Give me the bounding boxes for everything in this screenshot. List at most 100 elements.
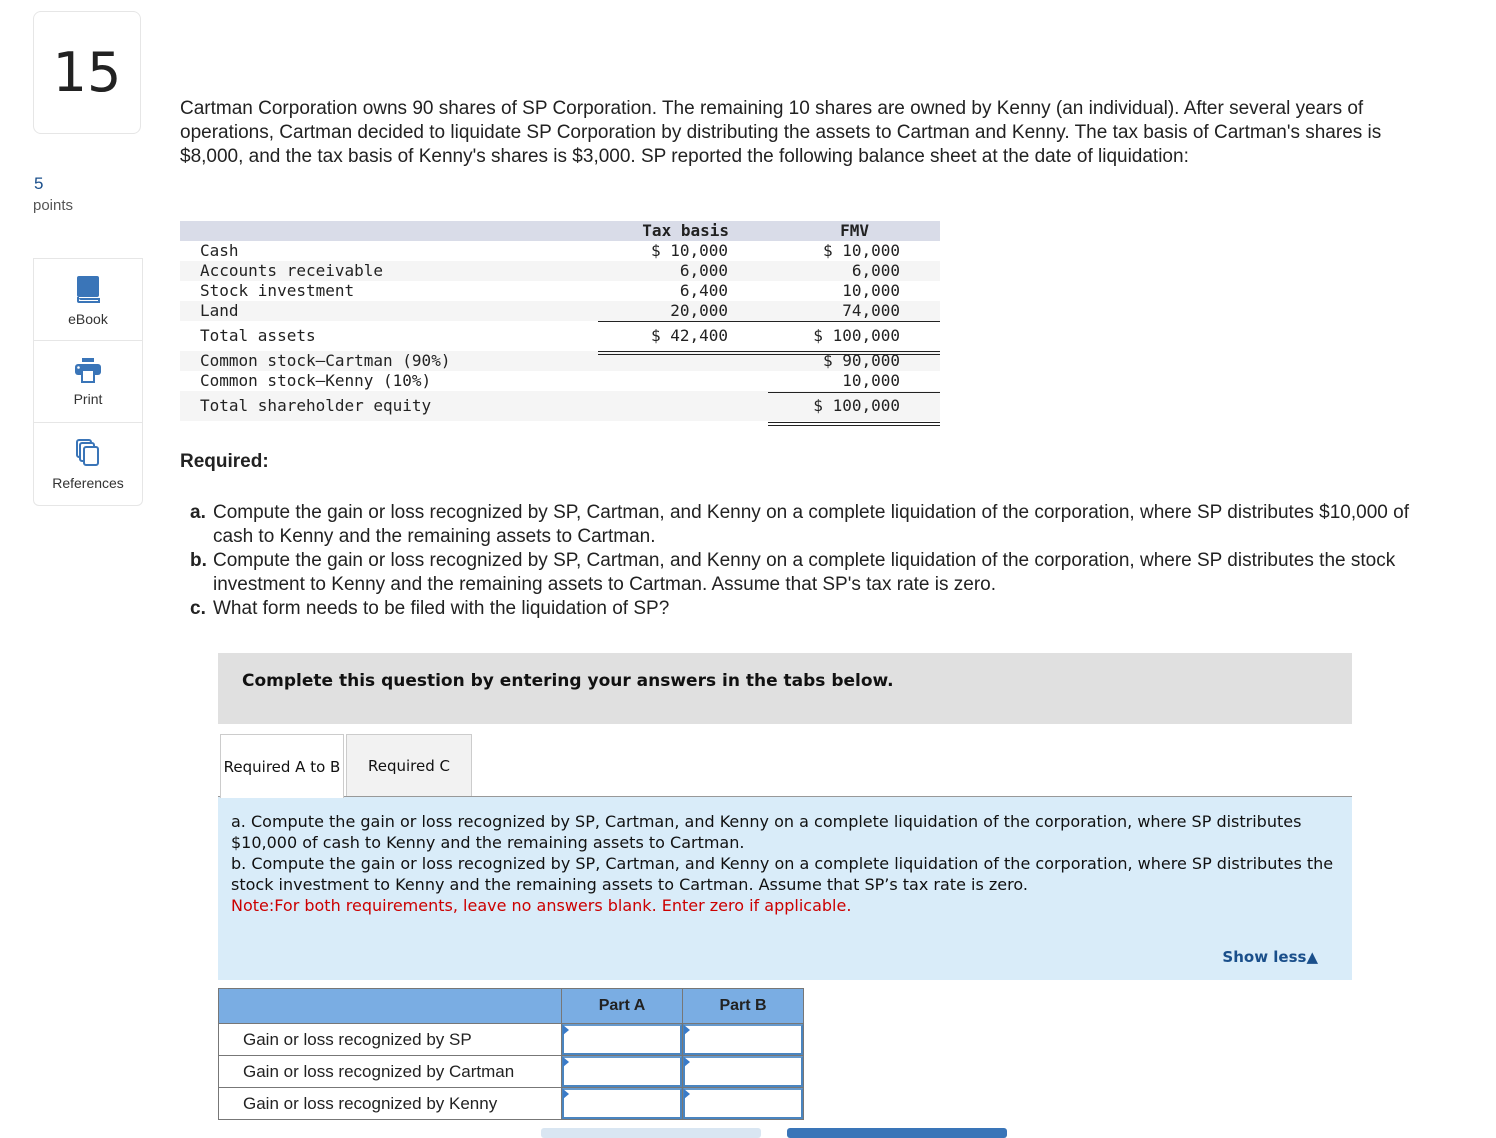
ebook-label: eBook [68, 311, 108, 327]
tax-basis-value: $ 42,400 [650, 326, 728, 345]
tax-basis-value: 20,000 [670, 301, 728, 320]
tax-basis-value: 6,000 [679, 261, 728, 280]
print-label: Print [73, 391, 103, 407]
required-heading: Required: [180, 451, 269, 472]
print-button[interactable]: Print [34, 341, 142, 423]
row-label: Gain or loss recognized by SP [218, 1023, 562, 1056]
part-a-header: Part A [561, 988, 683, 1024]
cartman-part-a-input[interactable] [562, 1056, 682, 1087]
references-label: References [52, 475, 124, 491]
printer-icon [74, 357, 102, 383]
input-flag-icon [684, 1057, 690, 1067]
fmv-value: 6,000 [851, 261, 900, 280]
row-label: Accounts receivable [200, 261, 384, 280]
part-b-header: Part B [682, 988, 804, 1024]
item-text: What form needs to be filed with the liq… [213, 598, 670, 619]
fmv-value: $ 100,000 [813, 396, 900, 415]
panel-text-a: a. Compute the gain or loss recognized b… [231, 812, 1302, 852]
kenny-part-a-input[interactable] [562, 1088, 682, 1119]
subtotal-rule [768, 392, 940, 393]
row-label: Total assets [200, 326, 316, 345]
blank-header [218, 988, 562, 1024]
tab-instructions-panel: a. Compute the gain or loss recognized b… [218, 796, 1352, 980]
required-item-b: b. Compute the gain or loss recognized b… [190, 549, 1440, 597]
tools-panel: eBook Print References [33, 258, 143, 506]
row-label: Cash [200, 241, 239, 260]
tax-basis-header: Tax basis [642, 221, 729, 240]
row-label: Stock investment [200, 281, 355, 300]
tax-basis-value: $ 10,000 [650, 241, 728, 260]
row-label: Common stock—Kenny (10%) [200, 371, 432, 390]
ebook-button[interactable]: eBook [34, 259, 142, 341]
subtotal-rule [598, 321, 940, 322]
fmv-value: 10,000 [842, 281, 900, 300]
total-double-rule [598, 351, 940, 355]
points-value: 5 [34, 174, 44, 193]
row-label: Land [200, 301, 239, 320]
row-label: Common stock—Cartman (90%) [200, 351, 451, 370]
input-flag-icon [563, 1089, 569, 1099]
fmv-header: FMV [840, 221, 869, 240]
table-row: Gain or loss recognized by Kenny [218, 1087, 804, 1120]
input-flag-icon [684, 1089, 690, 1099]
panel-text-b: b. Compute the gain or loss recognized b… [231, 854, 1334, 894]
asset-row: Stock investment 6,400 10,000 [180, 281, 940, 301]
table-row: Gain or loss recognized by Cartman [218, 1055, 804, 1088]
part-b-cell [682, 1023, 804, 1056]
panel-note: Note:For both requirements, leave no ans… [231, 896, 852, 915]
question-number: 15 [33, 11, 141, 134]
part-a-cell [561, 1055, 683, 1088]
answer-tabs: Required A to B Required C [220, 734, 472, 798]
fmv-value: $ 100,000 [813, 326, 900, 345]
item-key: a. [190, 502, 206, 523]
required-item-c: c. What form needs to be filed with the … [190, 597, 1440, 621]
kenny-part-b-input[interactable] [683, 1088, 803, 1119]
asset-row: Land 20,000 74,000 [180, 301, 940, 321]
previous-tab-button[interactable] [541, 1128, 761, 1138]
asset-row: Accounts receivable 6,000 6,000 [180, 261, 940, 281]
input-flag-icon [563, 1025, 569, 1035]
answer-table: Part A Part B Gain or loss recognized by… [218, 988, 804, 1120]
references-button[interactable]: References [34, 423, 142, 505]
book-icon [75, 275, 101, 303]
row-label: Gain or loss recognized by Cartman [218, 1055, 562, 1088]
required-list: a. Compute the gain or loss recognized b… [190, 501, 1440, 621]
fmv-value: 74,000 [842, 301, 900, 320]
total-double-rule [768, 422, 940, 426]
sp-part-b-input[interactable] [683, 1024, 803, 1055]
points-label: points [33, 197, 74, 214]
sp-part-a-input[interactable] [562, 1024, 682, 1055]
tab-required-c[interactable]: Required C [346, 734, 472, 797]
question-intro: Cartman Corporation owns 90 shares of SP… [180, 98, 1382, 167]
part-a-cell [561, 1023, 683, 1056]
item-text: Compute the gain or loss recognized by S… [213, 550, 1396, 595]
item-key: c. [190, 598, 206, 619]
copy-pages-icon [75, 439, 101, 467]
row-label: Total shareholder equity [200, 396, 432, 415]
tab-required-a-to-b[interactable]: Required A to B [220, 734, 344, 798]
equity-row: Common stock—Kenny (10%) 10,000 [180, 371, 940, 391]
next-tab-button[interactable] [787, 1128, 1007, 1138]
input-flag-icon [684, 1025, 690, 1035]
table-row: Gain or loss recognized by SP [218, 1023, 804, 1056]
part-b-cell [682, 1087, 804, 1120]
item-key: b. [190, 550, 207, 571]
part-b-cell [682, 1055, 804, 1088]
fmv-value: $ 10,000 [822, 241, 900, 260]
total-equity-row: Total shareholder equity $ 100,000 [180, 391, 940, 421]
required-item-a: a. Compute the gain or loss recognized b… [190, 501, 1440, 549]
asset-row: Cash $ 10,000 $ 10,000 [180, 241, 940, 261]
part-a-cell [561, 1087, 683, 1120]
row-label: Gain or loss recognized by Kenny [218, 1087, 562, 1120]
show-less-link[interactable]: Show less▲ [1222, 947, 1318, 968]
balance-sheet-header: Tax basis FMV [180, 221, 940, 241]
balance-sheet-table: Tax basis FMV Cash $ 10,000 $ 10,000 Acc… [180, 221, 940, 426]
tax-basis-value: 6,400 [679, 281, 728, 300]
input-flag-icon [563, 1057, 569, 1067]
instructions-banner: Complete this question by entering your … [218, 653, 1352, 724]
cartman-part-b-input[interactable] [683, 1056, 803, 1087]
answer-table-header: Part A Part B [218, 988, 804, 1024]
item-text: Compute the gain or loss recognized by S… [213, 502, 1409, 547]
total-assets-row: Total assets $ 42,400 $ 100,000 [180, 321, 940, 351]
fmv-value: 10,000 [842, 371, 900, 390]
